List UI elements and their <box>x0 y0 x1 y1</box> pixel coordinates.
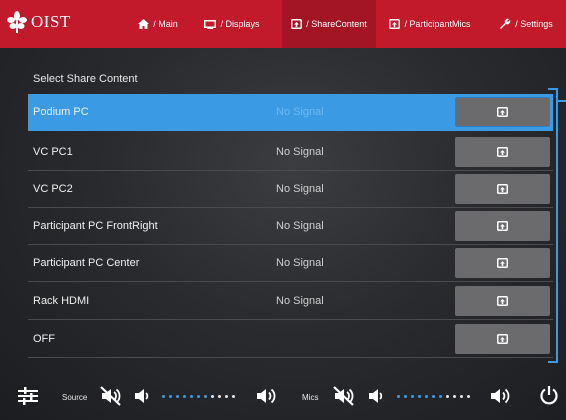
tab-settings[interactable]: / Settings <box>490 0 562 48</box>
tab-settings-label: / Settings <box>515 19 553 29</box>
logo-text: OIST <box>31 12 71 31</box>
tab-main-label: / Main <box>153 19 178 29</box>
tab-participantmics-label: / ParticipantMics <box>404 19 471 29</box>
share-button[interactable] <box>455 97 550 127</box>
source-label: Source <box>62 393 88 402</box>
volume-dot <box>211 395 214 398</box>
source-name: VC PC2 <box>33 183 73 195</box>
source-volume-up-icon[interactable] <box>256 386 278 406</box>
volume-dot <box>183 395 186 398</box>
source-row-off[interactable]: OFF <box>28 321 553 358</box>
tab-displays[interactable]: / Displays <box>196 0 268 48</box>
source-name: Participant PC Center <box>33 257 140 269</box>
tab-sharecontent[interactable]: / ShareContent <box>282 0 376 48</box>
share-icon <box>497 107 508 117</box>
source-name: OFF <box>33 333 55 345</box>
signal-status: No Signal <box>276 257 324 269</box>
source-row-podium-pc[interactable]: Podium PC No Signal <box>28 94 553 131</box>
volume-dot <box>439 395 442 398</box>
volume-dot <box>432 395 435 398</box>
source-mute-icon[interactable] <box>100 386 122 406</box>
tab-displays-label: / Displays <box>220 19 260 29</box>
source-volume-down-icon[interactable] <box>135 387 149 405</box>
volume-dot <box>169 395 172 398</box>
sliders-icon[interactable] <box>18 387 38 405</box>
wrench-icon <box>500 18 511 29</box>
share-icon <box>389 19 401 29</box>
source-row-rack-hdmi[interactable]: Rack HDMI No Signal <box>28 283 553 320</box>
share-icon <box>497 258 508 268</box>
share-icon <box>497 147 508 157</box>
source-name: Participant PC FrontRight <box>33 220 158 232</box>
top-navigation-bar: OIST / Main / Displays / ShareContent / … <box>0 0 566 48</box>
power-icon[interactable] <box>539 385 559 406</box>
volume-dot <box>225 395 228 398</box>
signal-status: No Signal <box>276 146 324 158</box>
share-button[interactable] <box>455 324 550 354</box>
volume-dot <box>190 395 193 398</box>
mics-volume-level[interactable] <box>397 395 470 398</box>
volume-dot <box>453 395 456 398</box>
volume-dot <box>411 395 414 398</box>
page-title: Select Share Content <box>33 73 138 85</box>
volume-dot <box>418 395 421 398</box>
signal-status: No Signal <box>276 183 324 195</box>
source-row-vc-pc1[interactable]: VC PC1 No Signal <box>28 134 553 171</box>
signal-status: No Signal <box>276 106 324 118</box>
share-button[interactable] <box>455 137 550 167</box>
volume-dot <box>232 395 235 398</box>
volume-dot <box>397 395 400 398</box>
volume-dot <box>404 395 407 398</box>
tab-sharecontent-label: / ShareContent <box>306 19 367 29</box>
volume-dot <box>218 395 221 398</box>
mics-label: Mics <box>302 393 319 402</box>
share-button[interactable] <box>455 211 550 241</box>
volume-dot <box>425 395 428 398</box>
volume-dot <box>162 395 165 398</box>
list-bracket <box>548 88 558 363</box>
volume-dot <box>446 395 449 398</box>
mics-volume-up-icon[interactable] <box>490 386 512 406</box>
volume-dot <box>176 395 179 398</box>
share-button[interactable] <box>455 286 550 316</box>
share-icon <box>291 19 303 29</box>
share-icon <box>497 221 508 231</box>
volume-dot <box>467 395 470 398</box>
signal-status: No Signal <box>276 295 324 307</box>
share-button[interactable] <box>455 248 550 278</box>
share-icon <box>497 296 508 306</box>
volume-dot <box>197 395 200 398</box>
mics-volume-down-icon[interactable] <box>369 387 383 405</box>
source-row-vc-pc2[interactable]: VC PC2 No Signal <box>28 171 553 208</box>
share-button[interactable] <box>455 174 550 204</box>
volume-dot <box>204 395 207 398</box>
signal-status: No Signal <box>276 220 324 232</box>
oist-logo: OIST <box>6 9 71 35</box>
mics-mute-icon[interactable] <box>333 386 355 406</box>
volume-dot <box>460 395 463 398</box>
share-icon <box>497 334 508 344</box>
source-name: VC PC1 <box>33 146 73 158</box>
oist-emblem-icon <box>7 11 27 33</box>
list-bracket-tick <box>558 100 566 102</box>
tab-participantmics[interactable]: / ParticipantMics <box>380 0 480 48</box>
tab-main[interactable]: / Main <box>112 0 204 48</box>
source-volume-level[interactable] <box>162 395 235 398</box>
bottom-control-bar: Source Mics <box>0 374 566 420</box>
source-name: Rack HDMI <box>33 295 90 307</box>
source-row-participant-pc-center[interactable]: Participant PC Center No Signal <box>28 245 553 282</box>
source-name: Podium PC <box>33 106 89 118</box>
share-icon <box>497 184 508 194</box>
home-icon <box>138 19 150 29</box>
source-row-participant-pc-frontright[interactable]: Participant PC FrontRight No Signal <box>28 208 553 245</box>
display-icon <box>204 19 217 29</box>
